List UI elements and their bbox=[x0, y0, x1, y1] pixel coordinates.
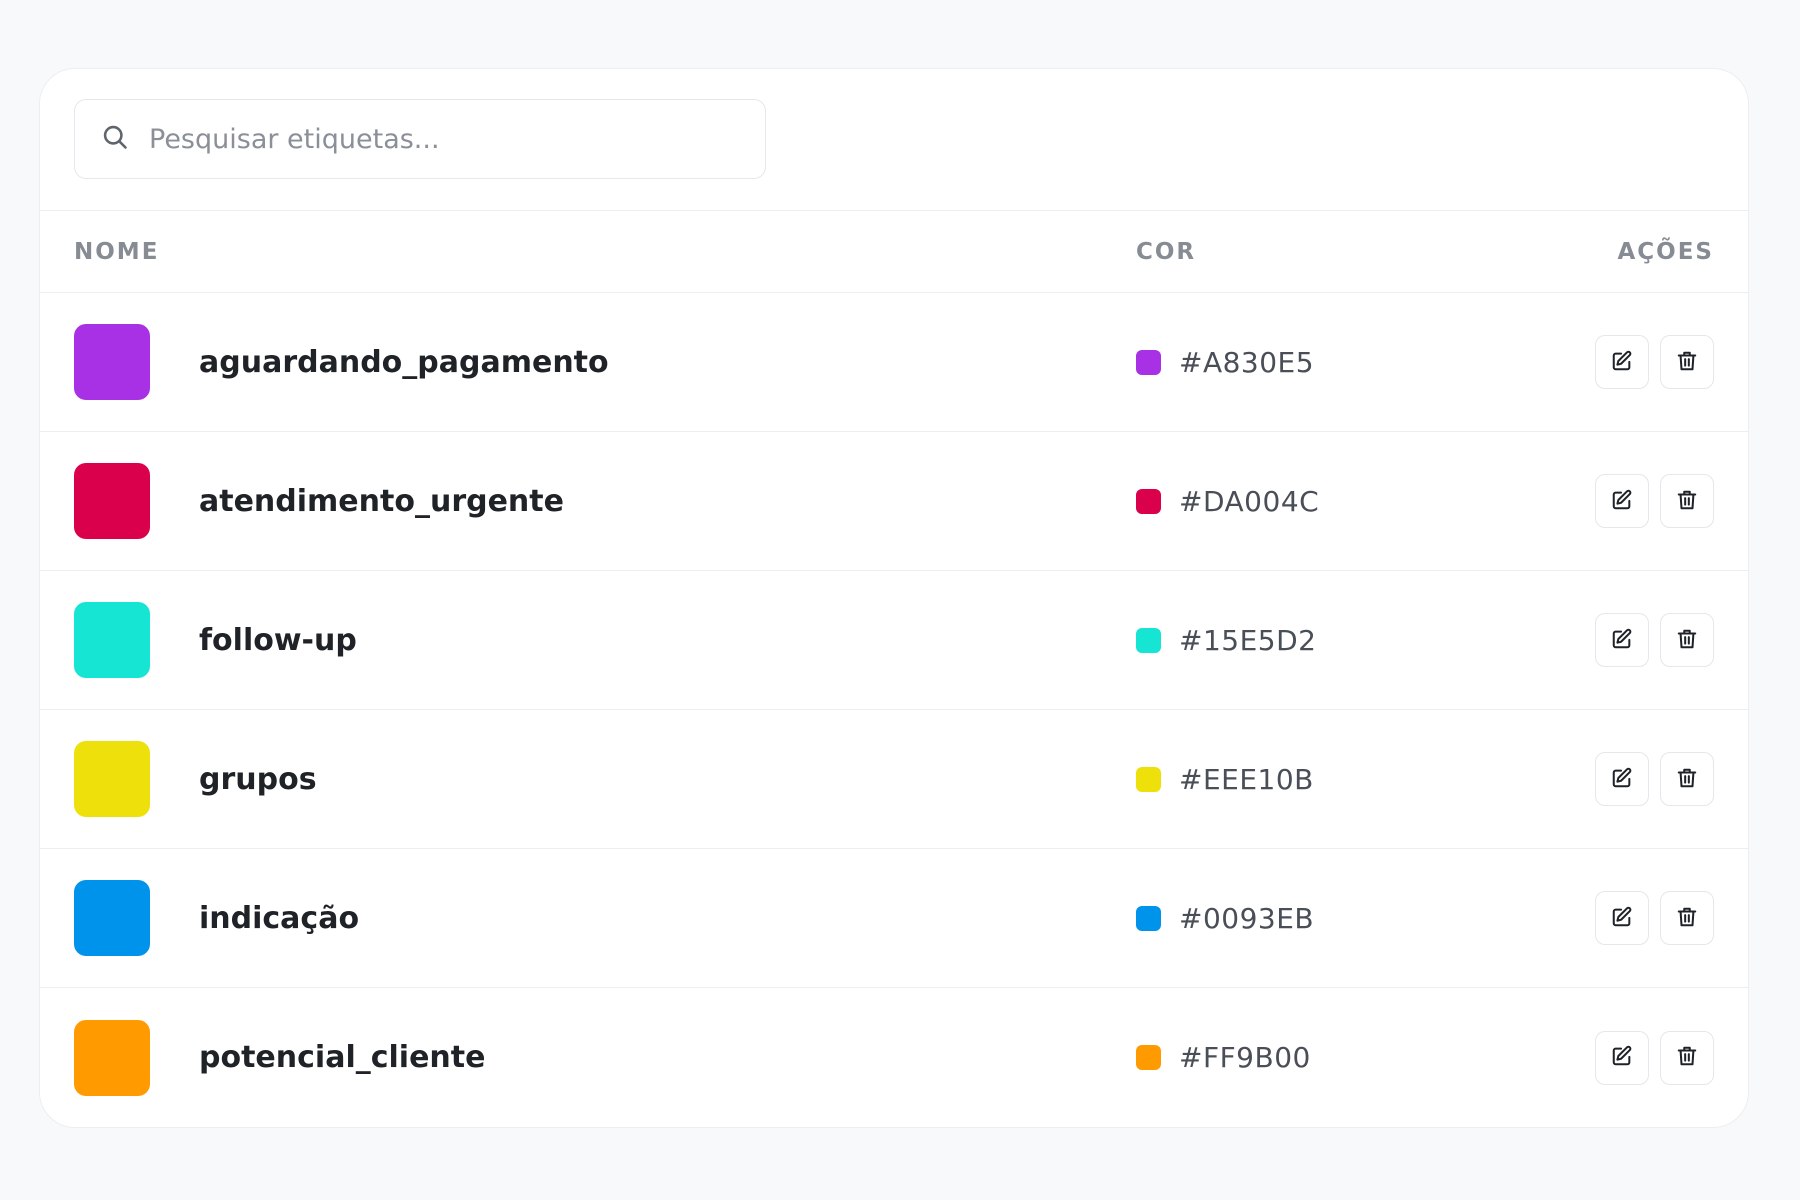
color-dot bbox=[1136, 1045, 1161, 1070]
table-header: NOME COR AÇÕES bbox=[40, 211, 1748, 293]
tag-swatch bbox=[74, 880, 150, 956]
trash-icon bbox=[1676, 628, 1698, 653]
tag-name: follow-up bbox=[199, 622, 357, 658]
delete-button[interactable] bbox=[1660, 335, 1714, 389]
tag-name: indicação bbox=[199, 900, 360, 936]
color-hex: #EEE10B bbox=[1179, 762, 1314, 796]
tag-swatch bbox=[74, 463, 150, 539]
table-row: atendimento_urgente #DA004C bbox=[40, 432, 1748, 571]
edit-icon bbox=[1611, 628, 1633, 653]
edit-button[interactable] bbox=[1595, 1030, 1649, 1085]
tag-swatch bbox=[74, 1019, 150, 1096]
trash-icon bbox=[1676, 906, 1698, 931]
table-row: grupos #EEE10B bbox=[40, 710, 1748, 849]
search-bar bbox=[40, 69, 1748, 211]
edit-button[interactable] bbox=[1595, 613, 1649, 667]
tag-swatch bbox=[74, 741, 150, 817]
trash-icon bbox=[1676, 1045, 1698, 1070]
color-dot bbox=[1136, 627, 1161, 653]
edit-icon bbox=[1611, 767, 1633, 792]
delete-button[interactable] bbox=[1660, 752, 1714, 806]
tag-swatch bbox=[74, 602, 150, 678]
edit-button[interactable] bbox=[1595, 335, 1649, 389]
trash-icon bbox=[1676, 350, 1698, 375]
edit-button[interactable] bbox=[1595, 474, 1649, 528]
delete-button[interactable] bbox=[1660, 613, 1714, 667]
edit-icon bbox=[1611, 906, 1633, 931]
header-actions: AÇÕES bbox=[1617, 238, 1714, 265]
tag-name: potencial_cliente bbox=[199, 1040, 486, 1075]
color-dot bbox=[1136, 488, 1161, 514]
search-box[interactable] bbox=[74, 99, 766, 179]
table-row: follow-up #15E5D2 bbox=[40, 571, 1748, 710]
color-dot bbox=[1136, 905, 1161, 931]
edit-icon bbox=[1611, 350, 1633, 375]
delete-button[interactable] bbox=[1660, 891, 1714, 945]
header-color: COR bbox=[1136, 238, 1197, 265]
color-hex: #A830E5 bbox=[1179, 345, 1315, 379]
edit-button[interactable] bbox=[1595, 752, 1649, 806]
delete-button[interactable] bbox=[1660, 474, 1714, 528]
tag-name: aguardando_pagamento bbox=[199, 344, 609, 380]
table-row: indicação #0093EB bbox=[40, 849, 1748, 988]
edit-icon bbox=[1611, 1045, 1633, 1070]
edit-button[interactable] bbox=[1595, 891, 1649, 945]
table-row: aguardando_pagamento #A830E5 bbox=[40, 293, 1748, 432]
trash-icon bbox=[1676, 489, 1698, 514]
tag-swatch bbox=[74, 324, 150, 400]
color-dot bbox=[1136, 349, 1161, 375]
table-row: potencial_cliente #FF9B00 bbox=[40, 988, 1748, 1127]
search-icon bbox=[101, 123, 129, 155]
color-dot bbox=[1136, 766, 1161, 792]
tag-name: grupos bbox=[199, 761, 317, 797]
color-hex: #15E5D2 bbox=[1179, 623, 1317, 657]
color-hex: #DA004C bbox=[1179, 484, 1320, 518]
search-input[interactable] bbox=[149, 123, 709, 155]
edit-icon bbox=[1611, 489, 1633, 514]
color-hex: #FF9B00 bbox=[1179, 1041, 1311, 1074]
trash-icon bbox=[1676, 767, 1698, 792]
tag-name: atendimento_urgente bbox=[199, 483, 564, 519]
color-hex: #0093EB bbox=[1179, 901, 1315, 935]
header-name: NOME bbox=[74, 238, 160, 265]
tags-card: NOME COR AÇÕES aguardando_pagamento #A83… bbox=[39, 68, 1749, 1128]
table-body: aguardando_pagamento #A830E5 atendimento… bbox=[40, 293, 1748, 1127]
delete-button[interactable] bbox=[1660, 1030, 1714, 1085]
